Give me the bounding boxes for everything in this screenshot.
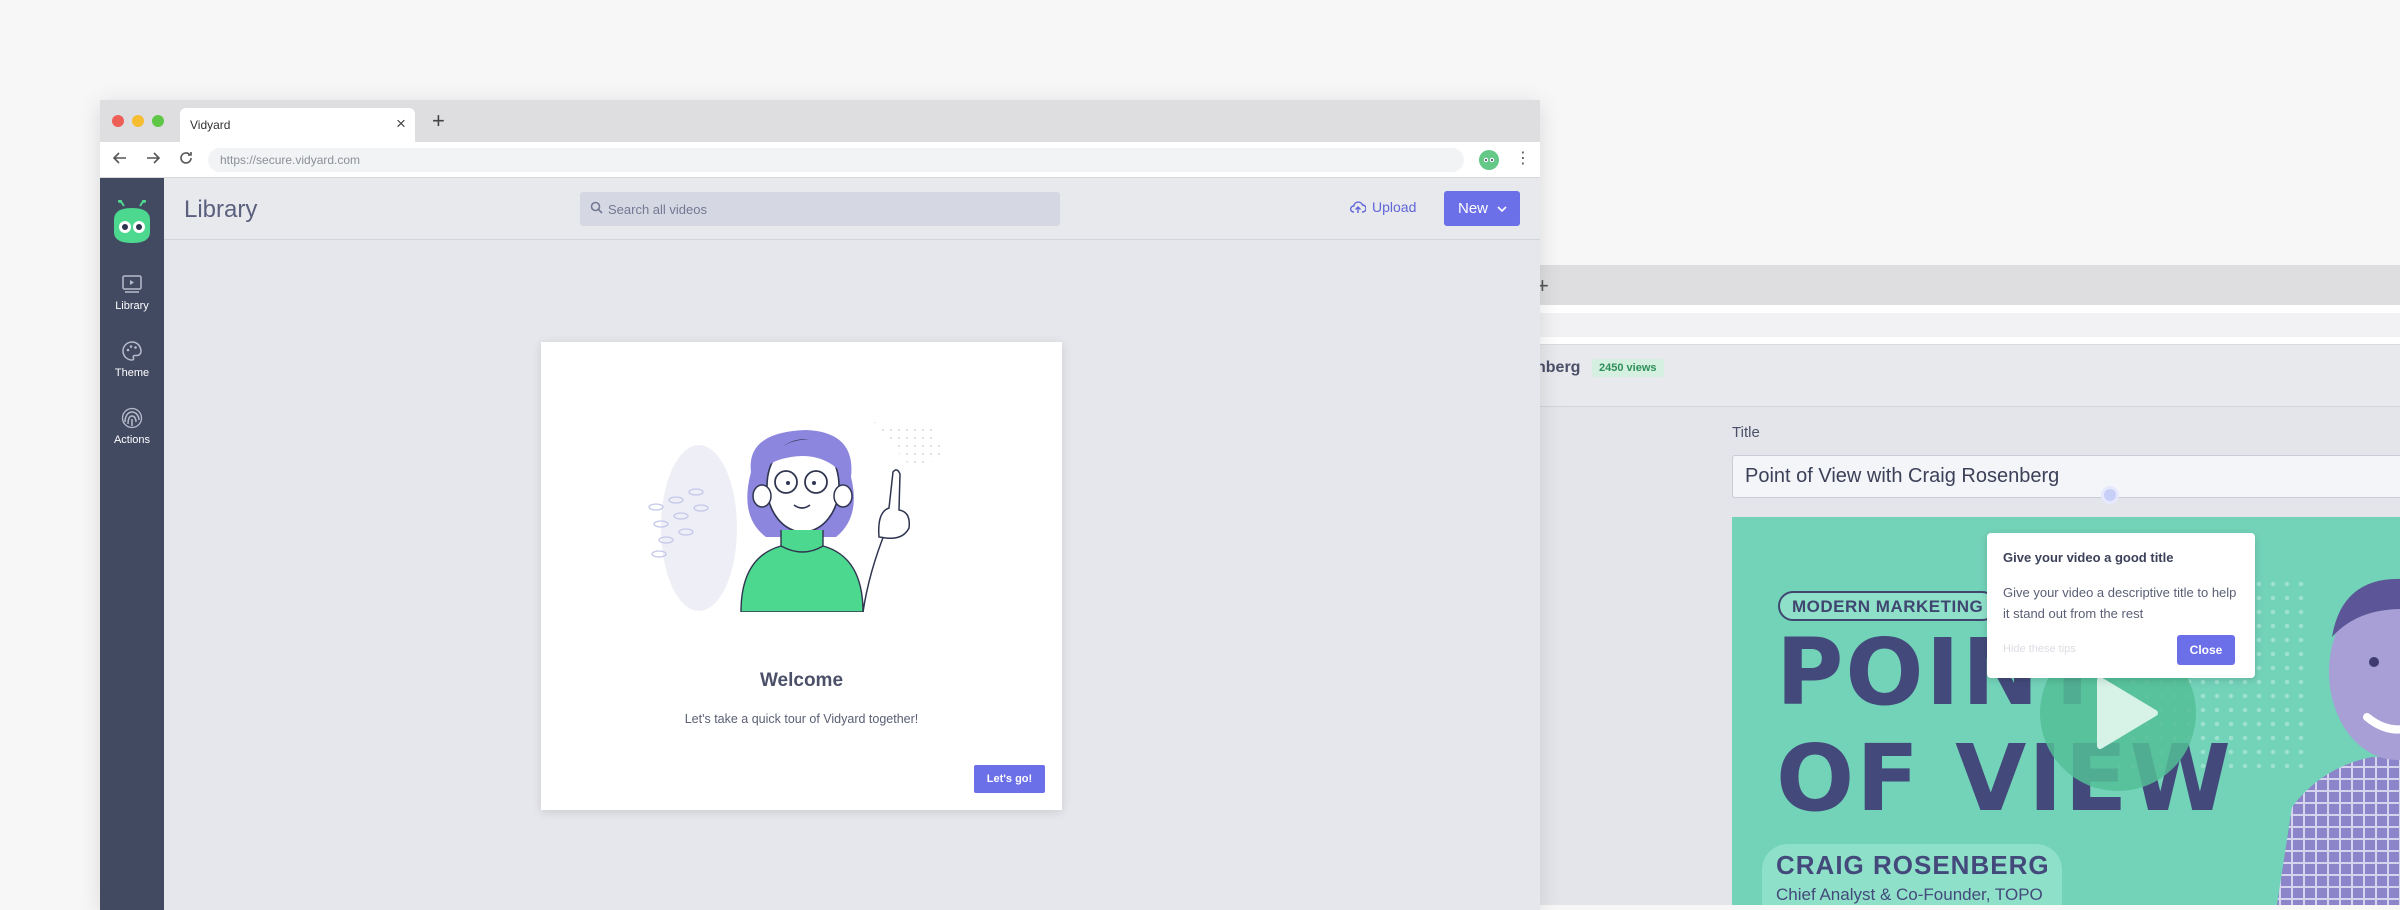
- title-input[interactable]: Point of View with Craig Rosenberg: [1732, 455, 2400, 498]
- welcome-illustration: [648, 422, 946, 612]
- close-window-dot[interactable]: [112, 115, 124, 127]
- back-arrow-icon[interactable]: [112, 150, 128, 171]
- fingerprint-icon: [121, 407, 143, 429]
- new-tab-plus-icon[interactable]: +: [432, 110, 445, 132]
- app-header: Library Upload New: [164, 178, 1540, 240]
- tip-body: Give your video a descriptive title to h…: [2003, 585, 2237, 621]
- forward-arrow-icon[interactable]: [145, 150, 161, 171]
- library-icon: [121, 273, 143, 295]
- tip-close-button[interactable]: Close: [2177, 635, 2235, 665]
- upload-button[interactable]: Upload: [1349, 199, 1417, 215]
- search-bar[interactable]: [580, 192, 1060, 226]
- lets-go-button[interactable]: Let's go!: [974, 765, 1045, 793]
- address-bar: [1530, 305, 2400, 345]
- maximize-window-dot[interactable]: [152, 115, 164, 127]
- tip-title: Give your video a good title: [2003, 550, 2174, 565]
- sidebar-item-label: Actions: [113, 434, 151, 446]
- search-icon: [590, 201, 603, 214]
- sidebar-item-label: Theme: [114, 367, 150, 379]
- speaker-role: Chief Analyst & Co-Founder, TOPO: [1776, 885, 2043, 904]
- tab-title: Vidyard: [190, 118, 231, 132]
- browser-tab[interactable]: Vidyard ×: [180, 108, 415, 142]
- title-label: Title: [1732, 424, 1760, 441]
- palette-icon: [121, 340, 143, 362]
- modal-title: Welcome: [759, 670, 844, 691]
- tab-bar: [1530, 265, 2400, 305]
- background-browser-window: + nberg 2450 views Title Point of View w…: [1530, 265, 2400, 905]
- upload-label: Upload: [1372, 199, 1417, 215]
- tab-close-icon[interactable]: ×: [396, 114, 406, 134]
- url-field[interactable]: https://secure.vidyard.com: [208, 148, 1464, 172]
- thumbnail-pill: MODERN MARKETING: [1778, 591, 1998, 621]
- page-title: Library: [184, 196, 258, 223]
- url-field[interactable]: [1530, 313, 2400, 337]
- address-bar: https://secure.vidyard.com ⋮: [100, 142, 1540, 178]
- views-badge: 2450 views: [1592, 359, 1664, 377]
- reload-icon[interactable]: [178, 150, 194, 171]
- video-name: nberg: [1536, 359, 1581, 376]
- sidebar-item-actions[interactable]: Actions: [100, 407, 164, 446]
- browser-menu-icon[interactable]: ⋮: [1515, 148, 1531, 168]
- tip-popover: Give your video a good title Give your v…: [1987, 533, 2255, 678]
- vidyard-logo-icon[interactable]: [110, 200, 154, 244]
- search-input[interactable]: [608, 192, 1048, 226]
- sidebar-item-theme[interactable]: Theme: [100, 340, 164, 379]
- new-button[interactable]: New: [1444, 191, 1520, 226]
- hide-tips-link[interactable]: Hide these tips: [2003, 643, 2076, 655]
- sidebar: Library Theme Actions: [100, 178, 164, 910]
- new-label: New: [1458, 200, 1489, 217]
- sidebar-item-label: Library: [115, 300, 149, 312]
- browser-window: Vidyard × + https://secure.vidyard.com ⋮: [100, 100, 1540, 910]
- cloud-upload-icon: [1349, 201, 1367, 213]
- chevron-down-icon: [1497, 206, 1507, 213]
- speaker-photo: [2276, 579, 2400, 905]
- speaker-name: CRAIG ROSENBERG: [1776, 850, 2050, 880]
- vidyard-extension-icon[interactable]: [1479, 150, 1499, 170]
- welcome-modal: Welcome Let's take a quick tour of Vidya…: [541, 342, 1062, 810]
- tooltip-beacon: [2101, 486, 2119, 504]
- minimize-window-dot[interactable]: [132, 115, 144, 127]
- sidebar-item-library[interactable]: Library: [100, 273, 164, 312]
- modal-subtitle: Let's take a quick tour of Vidyard toget…: [684, 712, 919, 726]
